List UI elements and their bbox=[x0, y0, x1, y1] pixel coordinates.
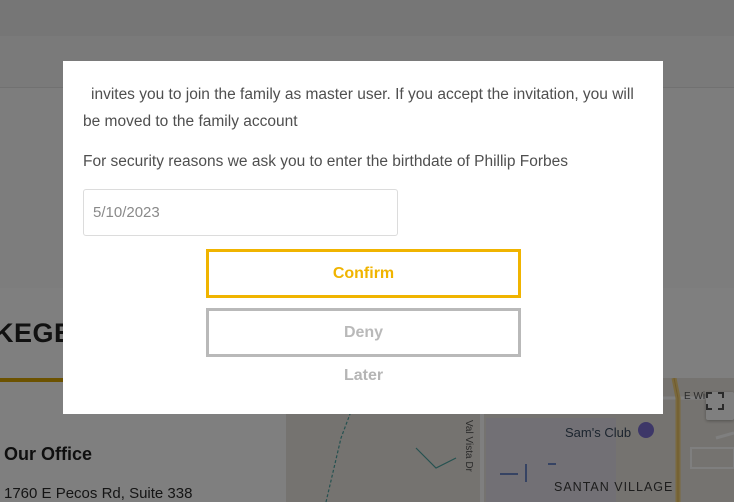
deny-button[interactable]: Deny bbox=[206, 308, 521, 357]
invite-message-text: invites you to join the family as master… bbox=[83, 86, 634, 130]
family-invitation-dialog: invites you to join the family as master… bbox=[63, 61, 663, 414]
security-message: For security reasons we ask you to enter… bbox=[83, 153, 569, 170]
invite-message: invites you to join the family as master… bbox=[83, 81, 643, 135]
confirm-button[interactable]: Confirm bbox=[206, 249, 521, 298]
birthdate-input[interactable] bbox=[83, 189, 398, 236]
later-button[interactable]: Later bbox=[306, 364, 421, 388]
